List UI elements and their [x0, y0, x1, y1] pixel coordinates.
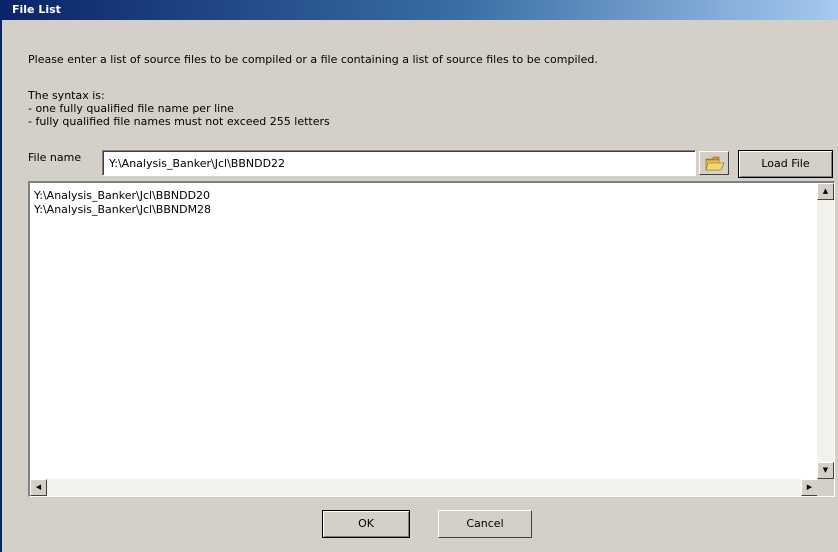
file-name-input[interactable] — [102, 150, 696, 176]
syntax-line: The syntax is: — [28, 89, 105, 102]
file-name-label: File name — [28, 151, 82, 164]
vertical-scrollbar[interactable]: ▲ ▼ — [817, 183, 834, 479]
folder-open-icon — [705, 156, 725, 171]
browse-button[interactable] — [699, 151, 729, 175]
syntax-line: - one fully qualified file name per line — [28, 102, 234, 115]
scroll-right-button[interactable]: ▶ — [801, 479, 818, 496]
scroll-left-button[interactable]: ◀ — [30, 479, 47, 496]
syntax-line: - fully qualified file names must not ex… — [28, 115, 330, 128]
scroll-down-button[interactable]: ▼ — [817, 462, 834, 479]
scroll-up-button[interactable]: ▲ — [817, 183, 834, 200]
cancel-button[interactable]: Cancel — [438, 510, 532, 538]
instructions-text: Please enter a list of source files to b… — [28, 53, 598, 66]
dialog-title: File List — [2, 0, 838, 20]
list-item: Y:\Analysis_Banker\Jcl\BBNDD20 — [34, 189, 211, 202]
ok-button[interactable]: OK — [322, 510, 410, 538]
syntax-help: The syntax is: - one fully qualified fil… — [28, 89, 330, 128]
list-item: Y:\Analysis_Banker\Jcl\BBNDM28 — [34, 203, 212, 216]
horizontal-scrollbar[interactable]: ◀ ▶ — [30, 479, 818, 496]
file-list-textarea[interactable]: Y:\Analysis_Banker\Jcl\BBNDD20 Y:\Analys… — [28, 181, 835, 497]
scrollbar-corner — [817, 479, 834, 496]
load-file-button[interactable]: Load File — [738, 150, 833, 178]
file-list-lines: Y:\Analysis_Banker\Jcl\BBNDD20 Y:\Analys… — [34, 189, 211, 217]
file-list-dialog: File List Please enter a list of source … — [0, 0, 838, 552]
